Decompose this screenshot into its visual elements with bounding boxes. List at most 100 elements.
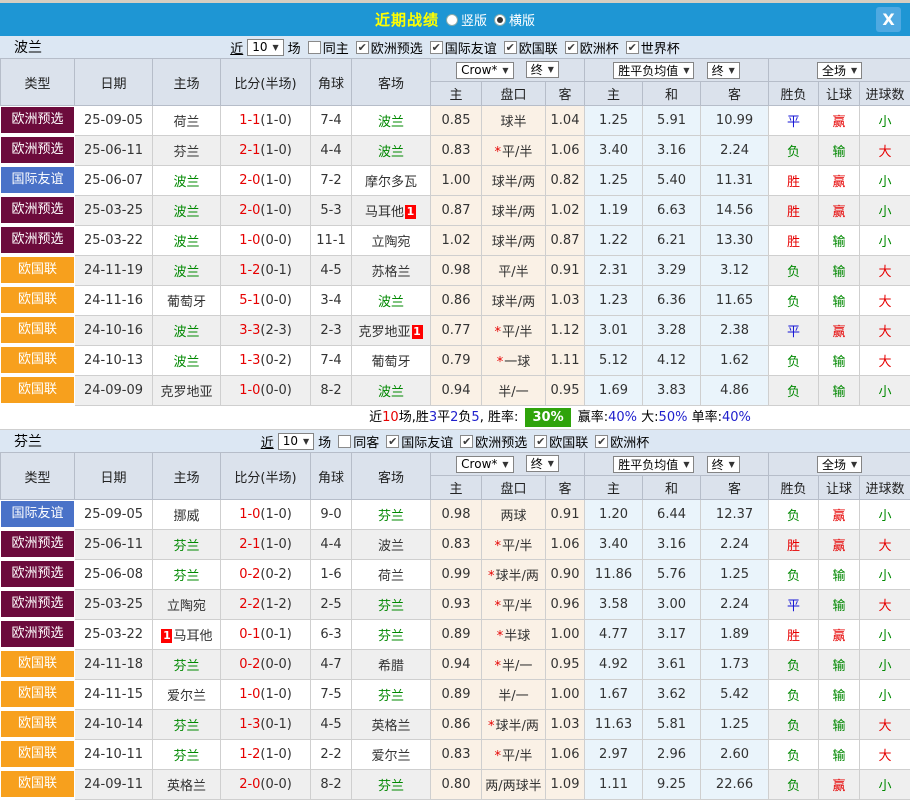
league-checkbox[interactable]: ✔欧国联 bbox=[497, 38, 558, 57]
away-odds-cell: 0.95 bbox=[546, 649, 585, 679]
chevron-down-icon: ▼ bbox=[851, 460, 857, 469]
goals-result-cell: 小 bbox=[860, 375, 910, 405]
date-cell: 25-03-22 bbox=[75, 225, 153, 255]
col-handicap: 盘口 bbox=[482, 476, 546, 500]
avg-home-cell: 2.31 bbox=[585, 255, 643, 285]
col-result: 胜负 bbox=[769, 476, 819, 500]
home-team: 波兰 bbox=[153, 255, 221, 285]
fulltime-select[interactable]: 全场▼ bbox=[817, 456, 862, 473]
chevron-down-icon: ▼ bbox=[502, 460, 508, 469]
handicap-result-cell: 赢 bbox=[819, 165, 860, 195]
corner-cell: 5-3 bbox=[311, 195, 352, 225]
same-venue-label: 同主 bbox=[323, 38, 349, 57]
match-type-badge: 欧国联 bbox=[1, 375, 75, 405]
score-cell: 0-1(0-1) bbox=[221, 619, 311, 649]
layout-radio-horizontal[interactable]: 横版 bbox=[494, 10, 535, 29]
near-link[interactable]: 近 bbox=[261, 432, 274, 451]
score-cell: 2-2(1-2) bbox=[221, 589, 311, 619]
odds-final-select[interactable]: 终▼ bbox=[526, 455, 559, 472]
same-venue-checkbox[interactable]: 同客 bbox=[331, 432, 379, 451]
avg-final-select[interactable]: 终▼ bbox=[707, 456, 740, 473]
league-checkbox[interactable]: ✔欧国联 bbox=[527, 432, 588, 451]
handicap-cell: 球半/两 bbox=[482, 195, 546, 225]
summary-text: 大: bbox=[637, 410, 659, 425]
table-row: 欧国联24-10-11芬兰1-2(1-0)2-2爱尔兰0.83*平/半1.062… bbox=[1, 739, 910, 769]
red-card-badge: 1 bbox=[412, 325, 423, 339]
league-checkbox[interactable]: ✔欧洲预选 bbox=[349, 38, 423, 57]
match-type-badge: 欧国联 bbox=[1, 345, 75, 375]
result-cell: 负 bbox=[769, 649, 819, 679]
avg-draw-cell: 9.25 bbox=[643, 769, 701, 799]
col-handicap: 盘口 bbox=[482, 82, 546, 106]
col-type: 类型 bbox=[1, 453, 75, 500]
home-team: 英格兰 bbox=[153, 769, 221, 799]
match-type-badge: 欧国联 bbox=[1, 315, 75, 345]
league-checkbox[interactable]: ✔欧洲杯 bbox=[558, 38, 619, 57]
chevron-down-icon: ▼ bbox=[851, 66, 857, 75]
table-row: 欧国联24-10-16波兰3-3(2-3)2-3克罗地亚10.77*平/半1.1… bbox=[1, 315, 910, 345]
league-checkbox[interactable]: ✔欧洲预选 bbox=[453, 432, 527, 451]
league-checkbox[interactable]: ✔世界杯 bbox=[619, 38, 680, 57]
changed-handicap-star: * bbox=[495, 659, 502, 674]
avg-away-cell: 12.37 bbox=[701, 500, 769, 530]
col-date: 日期 bbox=[75, 59, 153, 106]
score-cell: 1-3(0-1) bbox=[221, 709, 311, 739]
goals-result-cell: 大 bbox=[860, 315, 910, 345]
fulltime-value: 全场 bbox=[822, 62, 846, 79]
league-label: 欧国联 bbox=[519, 38, 558, 57]
score-cell: 1-0(1-0) bbox=[221, 500, 311, 530]
date-cell: 25-03-25 bbox=[75, 589, 153, 619]
handicap-cell: 球半 bbox=[482, 106, 546, 136]
score-cell: 1-2(1-0) bbox=[221, 739, 311, 769]
match-count-select[interactable]: 10 ▼ bbox=[278, 433, 314, 450]
handicap-cell: *一球 bbox=[482, 345, 546, 375]
away-odds-cell: 1.00 bbox=[546, 619, 585, 649]
avg-select[interactable]: 胜平负均值▼ bbox=[613, 62, 694, 79]
close-icon[interactable]: X bbox=[876, 7, 901, 32]
away-team: 克罗地亚1 bbox=[352, 315, 431, 345]
match-count-select[interactable]: 10 ▼ bbox=[247, 39, 283, 56]
table-row: 欧国联24-10-14芬兰1-3(0-1)4-5英格兰0.86*球半/两1.03… bbox=[1, 709, 910, 739]
table-row: 欧国联24-11-19波兰1-2(0-1)4-5苏格兰0.98平/半0.912.… bbox=[1, 255, 910, 285]
home-odds-cell: 1.00 bbox=[431, 165, 482, 195]
col-corner: 角球 bbox=[311, 59, 352, 106]
result-cell: 胜 bbox=[769, 529, 819, 559]
col-away: 客场 bbox=[352, 59, 431, 106]
table-row: 欧国联24-11-15爱尔兰1-0(1-0)7-5芬兰0.89半/一1.001.… bbox=[1, 679, 910, 709]
same-venue-checkbox[interactable]: 同主 bbox=[301, 38, 349, 57]
date-cell: 25-09-05 bbox=[75, 106, 153, 136]
date-cell: 25-06-08 bbox=[75, 559, 153, 589]
odds-source-select[interactable]: Crow*▼ bbox=[456, 456, 513, 473]
avg-final-select[interactable]: 终▼ bbox=[707, 62, 740, 79]
avg-select-value: 胜平负均值 bbox=[618, 62, 678, 79]
radio-horizontal-label: 横版 bbox=[509, 10, 535, 29]
match-type-badge: 欧国联 bbox=[1, 709, 75, 739]
odds-final-select[interactable]: 终▼ bbox=[526, 61, 559, 78]
home-odds-cell: 0.83 bbox=[431, 529, 482, 559]
odds-source-select[interactable]: Crow*▼ bbox=[456, 62, 513, 79]
fulltime-select[interactable]: 全场 ▼ bbox=[817, 62, 862, 79]
away-team: 立陶宛 bbox=[352, 225, 431, 255]
league-checkbox[interactable]: ✔欧洲杯 bbox=[588, 432, 649, 451]
avg-home-cell: 3.01 bbox=[585, 315, 643, 345]
handicap-result-cell: 输 bbox=[819, 589, 860, 619]
match-type-badge: 国际友谊 bbox=[1, 500, 75, 530]
avg-draw-cell: 3.28 bbox=[643, 315, 701, 345]
date-cell: 24-10-13 bbox=[75, 345, 153, 375]
away-team: 波兰 bbox=[352, 285, 431, 315]
avg-select[interactable]: 胜平负均值▼ bbox=[613, 456, 694, 473]
goals-result-cell: 大 bbox=[860, 345, 910, 375]
match-type-badge: 国际友谊 bbox=[1, 165, 75, 195]
date-cell: 24-09-11 bbox=[75, 769, 153, 799]
away-team: 芬兰 bbox=[352, 589, 431, 619]
result-cell: 负 bbox=[769, 559, 819, 589]
table-row: 欧洲预选25-06-11芬兰2-1(1-0)4-4波兰0.83*平/半1.063… bbox=[1, 135, 910, 165]
league-checkbox[interactable]: ✔国际友谊 bbox=[423, 38, 497, 57]
league-checkbox[interactable]: ✔国际友谊 bbox=[379, 432, 453, 451]
avg-home-cell: 4.92 bbox=[585, 649, 643, 679]
avg-header-cell: 胜平负均值▼ 终▼ bbox=[585, 59, 769, 82]
home-odds-cell: 0.80 bbox=[431, 769, 482, 799]
near-link[interactable]: 近 bbox=[230, 38, 243, 57]
layout-radio-vertical[interactable]: 竖版 bbox=[446, 10, 487, 29]
corner-cell: 2-5 bbox=[311, 589, 352, 619]
